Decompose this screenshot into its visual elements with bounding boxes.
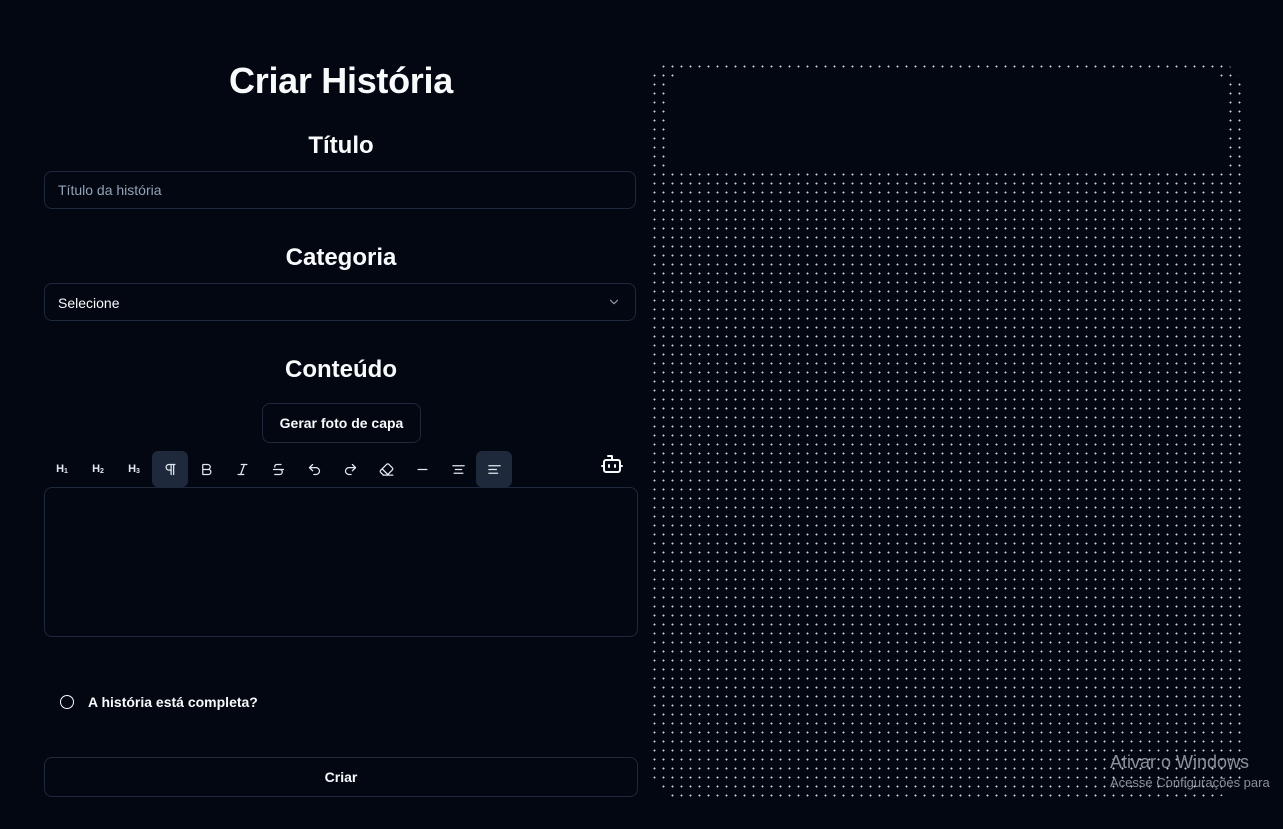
chevron-down-icon [609, 299, 619, 305]
strikethrough-icon [272, 463, 284, 475]
category-label: Categoria [285, 244, 397, 271]
watermark-title: Ativar o Windows [1110, 752, 1250, 772]
undo-icon [308, 463, 320, 475]
content-label: Conteúdo [285, 356, 397, 383]
align-center-icon [451, 464, 465, 474]
minus-icon [417, 468, 427, 470]
heading-1-label: H1 [56, 463, 68, 475]
create-button[interactable]: Criar [44, 757, 638, 797]
redo-icon [344, 463, 356, 475]
italic-icon [237, 463, 247, 475]
title-label: Título [308, 132, 374, 159]
story-complete-option[interactable]: A história está completa? [60, 692, 258, 712]
align-left-icon [487, 464, 501, 474]
category-select[interactable]: Selecione [44, 283, 636, 321]
dot-pattern-panel [648, 60, 1244, 798]
heading-2-button[interactable]: H2 [80, 451, 116, 487]
watermark-subtitle: Acesse Configurações para [1110, 775, 1270, 790]
page-title: Criar História [229, 60, 453, 101]
redo-button[interactable] [332, 451, 368, 487]
heading-1-button[interactable]: H1 [44, 451, 80, 487]
align-center-button[interactable] [440, 451, 476, 487]
title-field-wrapper [44, 171, 636, 209]
pilcrow-icon [165, 463, 175, 475]
editor-toolbar: H1 H2 H3 [44, 451, 638, 487]
horizontal-rule-button[interactable] [404, 451, 440, 487]
bold-button[interactable] [188, 451, 224, 487]
dot-panel-empty-area [668, 70, 1228, 168]
create-story-page: Criar História Título Categoria Selecion… [0, 0, 1283, 829]
title-input[interactable] [45, 172, 635, 208]
heading-2-label: H2 [92, 463, 104, 475]
align-left-button[interactable] [476, 451, 512, 487]
story-complete-label: A história está completa? [88, 694, 258, 710]
category-select-value: Selecione [58, 295, 120, 311]
heading-3-label: H3 [128, 463, 140, 475]
windows-activation-watermark: Ativar o Windows Acesse Configurações pa… [1110, 752, 1270, 790]
story-complete-radio[interactable] [60, 695, 74, 709]
italic-button[interactable] [224, 451, 260, 487]
bold-icon [201, 463, 211, 475]
generate-cover-button[interactable]: Gerar foto de capa [262, 403, 421, 443]
strikethrough-button[interactable] [260, 451, 296, 487]
undo-button[interactable] [296, 451, 332, 487]
paragraph-button[interactable] [152, 451, 188, 487]
bot-icon[interactable] [600, 452, 624, 476]
content-editor[interactable] [44, 487, 638, 637]
heading-3-button[interactable]: H3 [116, 451, 152, 487]
eraser-icon [379, 462, 393, 476]
clear-format-button[interactable] [368, 451, 404, 487]
